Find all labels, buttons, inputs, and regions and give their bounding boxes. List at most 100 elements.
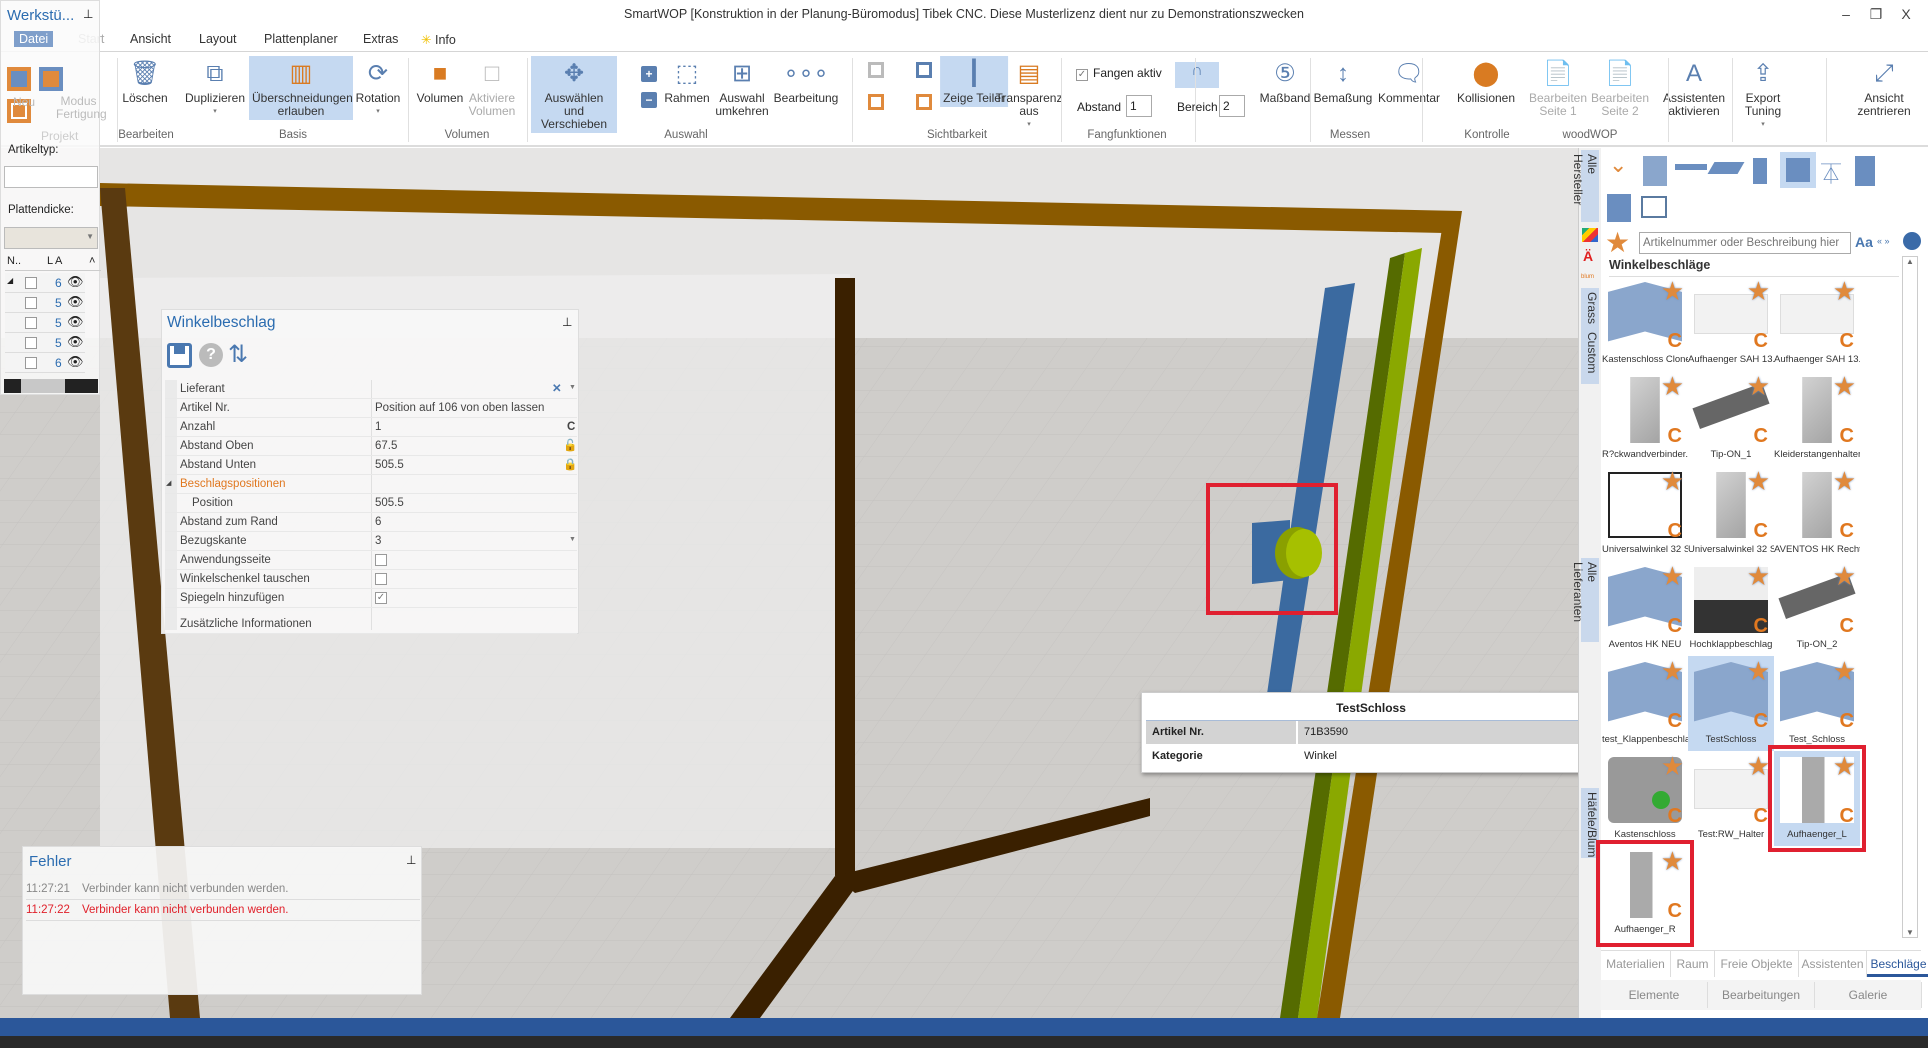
tab-freie-objekte[interactable]: Freie Objekte — [1715, 951, 1799, 977]
catalog-item[interactable]: ★ C Aufhaenger_L — [1768, 745, 1866, 852]
category-angle-icon[interactable] — [1780, 152, 1816, 188]
ribbon-button-überschneidungen-erlauben[interactable]: ▥ Überschneidungen erlauben — [249, 56, 353, 120]
clear-icon[interactable]: ✕ — [552, 381, 562, 395]
part-row[interactable]: 5 👁 — [5, 293, 85, 313]
ribbon-button-auswahl-umkehren[interactable]: ⊞ Auswahl umkehren — [705, 56, 779, 120]
favorite-star-icon[interactable]: ★ — [1833, 371, 1856, 402]
pin-icon[interactable]: ⊥ — [562, 315, 572, 329]
category-connector-icon[interactable] — [1607, 194, 1631, 222]
favorite-star-icon[interactable]: ★ — [1661, 276, 1684, 307]
ribbon-button-aktiviere-volumen[interactable]: □ Aktiviere Volumen — [455, 56, 529, 120]
add-selection-icon[interactable]: + — [641, 66, 657, 82]
catalog-scrollbar[interactable]: ▲ ▼ — [1902, 256, 1918, 938]
catalog-item[interactable]: ★ C Test_Schloss — [1774, 656, 1860, 751]
favorite-star-icon[interactable]: ★ — [1833, 466, 1856, 497]
collapse-icon[interactable]: ◢ — [166, 479, 171, 487]
ribbon-button-maßband[interactable]: ⑤ Maßband — [1257, 56, 1314, 107]
tab-beschläge[interactable]: Beschläge — [1867, 951, 1928, 977]
quote-button[interactable]: « » — [1877, 236, 1890, 246]
catalog-item[interactable]: ★ C Universalwinkel 32 S... — [1602, 466, 1688, 561]
favorite-star-icon[interactable]: ★ — [1747, 561, 1770, 592]
eye-icon[interactable]: 👁 — [67, 354, 84, 370]
property-row[interactable]: Abstand zum Rand 6 — [165, 513, 577, 532]
eye-icon[interactable]: 👁 — [67, 334, 84, 350]
favorite-star-icon[interactable]: ★ — [1661, 561, 1684, 592]
globe-icon[interactable] — [1903, 232, 1921, 250]
category-drawer-icon[interactable] — [1707, 162, 1745, 174]
bereich-input[interactable]: 2 — [1219, 95, 1245, 117]
close-button[interactable]: X — [1896, 6, 1916, 22]
save-icon[interactable] — [167, 343, 192, 368]
ribbon-button-bemaßung[interactable]: ↕ Bemaßung — [1311, 56, 1376, 107]
category-lock-icon[interactable] — [1855, 156, 1875, 186]
property-row[interactable]: Zusätzliche Informationen — [165, 615, 577, 634]
artikeltyp-input[interactable] — [4, 166, 98, 188]
category-box-icon[interactable] — [1641, 196, 1667, 218]
favorite-star-icon[interactable]: ★ — [1747, 276, 1770, 307]
ribbon-button-ansicht-zentrieren[interactable]: ⤢ Ansicht zentrieren — [1854, 56, 1913, 120]
ribbon-button-bearbeiten-seite-2[interactable]: 📄 Bearbeiten Seite 2 — [1583, 56, 1657, 120]
catalog-item[interactable]: ★ C Aufhaenger_R — [1596, 840, 1694, 947]
eye-icon[interactable]: 👁 — [67, 274, 84, 290]
ribbon-button-kollisionen[interactable]: ⬤ Kollisionen — [1454, 56, 1518, 107]
property-value[interactable]: 67.5 — [375, 440, 397, 452]
ribbon-button-rotation[interactable]: ⟳ Rotation ▾ — [353, 56, 404, 120]
catalog-search-input[interactable] — [1639, 232, 1851, 254]
new-icon[interactable] — [7, 67, 31, 91]
catalog-item[interactable]: ★ C TestSchloss — [1688, 656, 1774, 751]
property-row[interactable]: Beschlagspositionen ◢ — [165, 475, 577, 494]
blum-logo-icon[interactable]: blum — [1581, 274, 1594, 280]
window-icon[interactable] — [39, 67, 63, 91]
visibility-toggle-icon[interactable] — [916, 94, 932, 110]
tab-plattenplaner[interactable]: Plattenplaner — [264, 32, 338, 46]
refresh-icon[interactable]: ⇅ — [228, 340, 248, 369]
property-row[interactable]: Spiegeln hinzufügen ✓ — [165, 589, 577, 608]
error-row[interactable]: 11:27:21 Verbinder kann nicht verbunden w… — [26, 879, 420, 900]
part-checkbox[interactable] — [25, 277, 37, 289]
col-a[interactable]: A — [55, 255, 62, 267]
property-value[interactable]: 505.5 — [375, 459, 404, 471]
property-row[interactable]: Position 505.5 — [165, 494, 577, 513]
tab-ansicht[interactable]: Ansicht — [130, 32, 171, 46]
ribbon-button-bearbeitung[interactable]: ∘∘∘ Bearbeitung — [771, 56, 842, 107]
tab-assistenten[interactable]: Assistenten — [1799, 951, 1867, 977]
tab-raum[interactable]: Raum — [1671, 951, 1715, 977]
expand-icon[interactable]: ◢ — [7, 276, 13, 285]
catalog-item[interactable]: ★ C R?ckwandverbinder... — [1602, 371, 1688, 466]
favorite-star-icon[interactable]: ★ — [1833, 276, 1856, 307]
visibility-toggle-icon[interactable] — [868, 94, 884, 110]
favorite-star-icon[interactable]: ★ — [1833, 561, 1856, 592]
restore-button[interactable]: ❐ — [1866, 6, 1886, 23]
part-checkbox[interactable] — [25, 317, 37, 329]
ribbon-button-transparenz-aus[interactable]: ▤ Transparenz aus ▾ — [992, 56, 1066, 133]
property-row[interactable]: Anwendungsseite — [165, 551, 577, 570]
category-leg-icon[interactable] — [1753, 158, 1767, 184]
fangen-aktiv-checkbox[interactable]: ✓ Fangen aktiv — [1076, 66, 1162, 81]
scroll-up-icon[interactable]: ˄ — [89, 255, 95, 267]
chevron-down-icon[interactable]: ▼ — [569, 384, 576, 391]
part-checkbox[interactable] — [25, 337, 37, 349]
visibility-toggle-icon[interactable] — [868, 62, 884, 78]
tab-layout[interactable]: Layout — [199, 32, 237, 46]
vtab-grass[interactable]: Grass — [1581, 288, 1599, 328]
col-n[interactable]: N.. — [7, 255, 21, 267]
eye-icon[interactable]: 👁 — [67, 314, 84, 330]
new-button[interactable]: Neu — [13, 95, 35, 109]
property-row[interactable]: Lieferant ✕ ▼ — [165, 380, 577, 399]
vtab-alle-lieferanten[interactable]: Alle Lieferanten — [1571, 558, 1599, 642]
favorite-star-icon[interactable]: ★ — [1661, 656, 1684, 687]
vendor-logo-icon[interactable] — [1582, 228, 1598, 242]
catalog-item[interactable]: ★ C Universalwinkel 32 S... — [1688, 466, 1774, 561]
catalog-item[interactable]: ★ C Kleiderstangenhalter — [1774, 371, 1860, 466]
favorite-star-icon[interactable]: ★ — [1661, 846, 1684, 877]
tab-materialien[interactable]: Materialien — [1601, 951, 1671, 977]
part-row[interactable]: 5 👁 — [5, 333, 85, 353]
catalog-item[interactable]: ★ C Kastenschloss Clone — [1602, 276, 1688, 371]
category-door-icon[interactable] — [1643, 156, 1667, 186]
favorite-star-icon[interactable]: ★ — [1747, 751, 1770, 782]
help-icon[interactable]: ? — [199, 343, 223, 367]
catalog-item[interactable]: ★ C Test:RW_Halter — [1688, 751, 1774, 846]
part-row[interactable]: ◢ 6 👁 — [5, 273, 85, 293]
part-row[interactable]: 6 👁 — [5, 353, 85, 373]
property-row[interactable]: Bezugskante 3 ▼ — [165, 532, 577, 551]
